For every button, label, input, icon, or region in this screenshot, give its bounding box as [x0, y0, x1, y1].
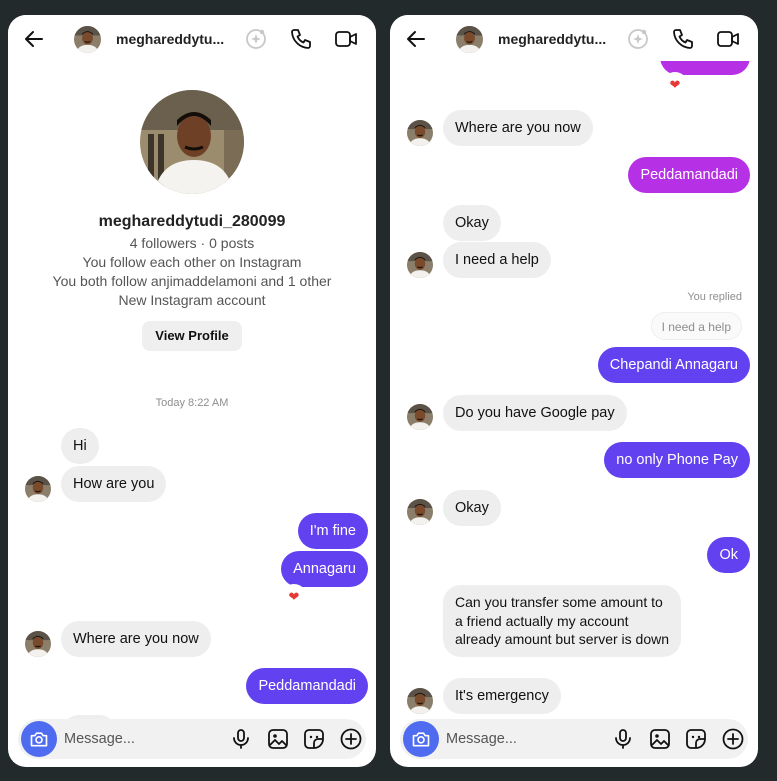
profile-stats: 4 followers · 0 posts: [129, 235, 255, 251]
video-camera-icon[interactable]: [334, 27, 358, 51]
message-incoming[interactable]: Where are you now: [61, 621, 211, 657]
message-incoming[interactable]: Okay: [443, 490, 501, 526]
phone-icon[interactable]: [289, 27, 313, 51]
message-outgoing[interactable]: I'm fine: [297, 513, 368, 549]
chat-header: meghareddytu...: [8, 15, 376, 63]
sticker-icon[interactable]: [302, 727, 326, 751]
header-avatar[interactable]: [74, 26, 101, 53]
view-profile-button[interactable]: View Profile: [142, 321, 242, 351]
message-incoming[interactable]: Okay: [443, 205, 501, 241]
message-incoming[interactable]: Hi: [61, 428, 99, 464]
reply-label: You replied: [687, 291, 742, 303]
sender-avatar[interactable]: [25, 631, 51, 657]
profile-picture[interactable]: [140, 90, 244, 194]
message-incoming[interactable]: It's emergency: [443, 678, 561, 714]
header-username[interactable]: meghareddytu...: [498, 31, 606, 47]
sparkle-icon[interactable]: [626, 27, 650, 51]
heart-icon[interactable]: ❤: [664, 74, 686, 96]
message-outgoing[interactable]: Peddamandadi: [628, 157, 750, 193]
back-arrow-icon[interactable]: [404, 27, 428, 51]
camera-icon: [412, 732, 430, 747]
message-incoming[interactable]: I need a help: [443, 242, 551, 278]
message-outgoing[interactable]: Ok: [707, 537, 750, 573]
message-outgoing[interactable]: Chepandi Annagaru: [597, 347, 750, 383]
message-incoming[interactable]: Where are you now: [443, 110, 593, 146]
sender-avatar[interactable]: [407, 120, 433, 146]
sticker-icon[interactable]: [684, 727, 708, 751]
plus-circle-icon[interactable]: [721, 727, 745, 751]
message-incoming[interactable]: Can you transfer some amount to a friend…: [443, 585, 681, 657]
sender-avatar[interactable]: [407, 688, 433, 714]
message-incoming[interactable]: How are you: [61, 466, 167, 502]
profile-username: meghareddytudi_280099: [98, 213, 286, 230]
plus-circle-icon[interactable]: [339, 727, 363, 751]
left-chat-screen: meghareddytu... meghareddytudi_280099 4 …: [8, 15, 376, 767]
camera-button[interactable]: [21, 721, 57, 757]
camera-icon: [30, 732, 48, 747]
phone-icon[interactable]: [671, 27, 695, 51]
message-input[interactable]: Message...: [64, 731, 135, 747]
mutual-follow-text: You follow each other on Instagram: [82, 254, 302, 270]
right-chat-screen: ❤ meghareddytu... Where are you now Pedd…: [390, 15, 758, 767]
sender-avatar[interactable]: [25, 476, 51, 502]
message-input[interactable]: Message...: [446, 731, 517, 747]
header-username[interactable]: meghareddytu...: [116, 31, 224, 47]
header-avatar[interactable]: [456, 26, 483, 53]
message-outgoing[interactable]: Annagaru: [281, 551, 368, 587]
video-camera-icon[interactable]: [716, 27, 740, 51]
chat-header: meghareddytu...: [390, 15, 758, 61]
camera-button[interactable]: [403, 721, 439, 757]
sender-avatar[interactable]: [407, 404, 433, 430]
back-arrow-icon[interactable]: [22, 27, 46, 51]
message-composer: Message...: [18, 719, 366, 759]
replied-quote[interactable]: I need a help: [650, 312, 742, 340]
account-age-text: New Instagram account: [118, 292, 266, 308]
sparkle-icon[interactable]: [244, 27, 268, 51]
sender-avatar[interactable]: [407, 252, 433, 278]
message-composer: Message...: [400, 719, 748, 759]
microphone-icon[interactable]: [229, 727, 253, 751]
message-outgoing[interactable]: Peddamandadi: [246, 668, 368, 704]
image-icon[interactable]: [266, 727, 290, 751]
message-incoming[interactable]: Do you have Google pay: [443, 395, 627, 431]
heart-icon[interactable]: ❤: [283, 586, 305, 608]
message-outgoing[interactable]: no only Phone Pay: [604, 442, 750, 478]
sender-avatar[interactable]: [407, 499, 433, 525]
message-timestamp: Today 8:22 AM: [155, 397, 229, 409]
microphone-icon[interactable]: [611, 727, 635, 751]
image-icon[interactable]: [648, 727, 672, 751]
mutual-followers-text: You both follow anjimaddelamoni and 1 ot…: [52, 273, 332, 289]
